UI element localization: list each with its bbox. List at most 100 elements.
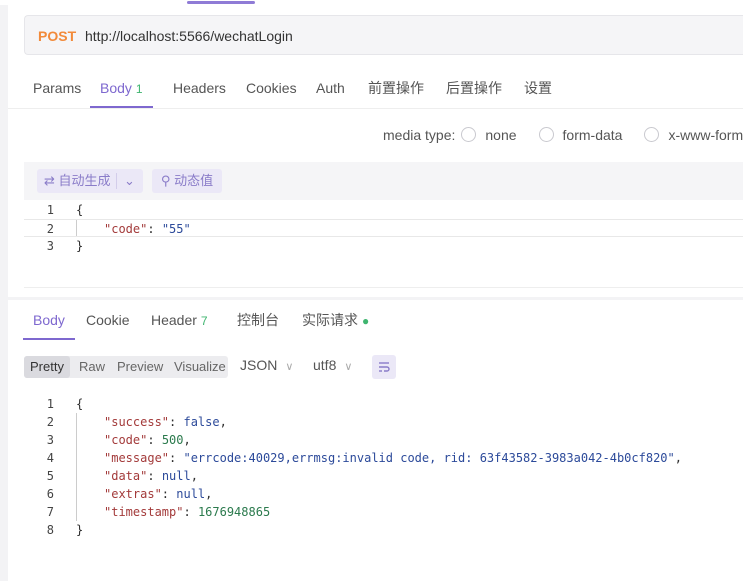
code-line: 2 "success": false,	[24, 413, 743, 431]
line-number: 1	[46, 397, 54, 411]
tab-badge: 1	[135, 82, 143, 96]
tab-label: Cookies	[246, 80, 297, 96]
line-number: 3	[46, 433, 54, 447]
option-form-data[interactable]: form-data	[563, 127, 623, 143]
dynamic-value-text: 动态值	[174, 173, 214, 188]
encoding-value: utf8	[313, 357, 337, 373]
code-line: 7 "timestamp": 1676948865	[24, 503, 743, 521]
tab-label: 实际请求	[302, 312, 358, 328]
code-line: 3 "code": 500,	[24, 431, 743, 449]
json-key: "message"	[104, 451, 170, 465]
code-text: "timestamp": 1676948865	[104, 505, 271, 519]
json-key: "code"	[104, 433, 148, 447]
line-number: 1	[46, 203, 54, 217]
http-method[interactable]: POST	[38, 28, 76, 44]
response-body-viewer[interactable]: 1{ 2 "success": false, 3 "code": 500, 4 "me…	[24, 395, 743, 539]
chevron-down-icon: ∨	[285, 361, 294, 373]
body-editor-toolbar: ⇄ 自动生成 ⌄ ⚲ 动态值	[24, 162, 743, 200]
json-value: null	[161, 469, 191, 483]
url-bar[interactable]: POST http://localhost:5566/wechatLogin	[24, 15, 743, 55]
radio-x-www-form-urlencoded[interactable]	[644, 127, 660, 142]
tab-body[interactable]: Body 1	[90, 68, 153, 108]
tab-cookies[interactable]: Cookies	[246, 68, 297, 108]
json-value: 1676948865	[197, 505, 271, 519]
tab-label: Body	[100, 80, 132, 96]
code-line: 5 "data": null,	[24, 467, 743, 485]
auto-generate-label: ⇄ 自动生成	[44, 169, 111, 193]
code-line: 1{	[24, 395, 743, 413]
tab-params[interactable]: Params	[33, 68, 81, 108]
line-number: 8	[46, 523, 54, 537]
line-number: 7	[46, 505, 54, 519]
json-key: "data"	[104, 469, 148, 483]
code-line: 4 "message": "errcode:40029,errmsg:invali…	[24, 449, 743, 467]
radio-form-data[interactable]	[538, 127, 554, 142]
tab-actual-request[interactable]: 实际请求 ●	[302, 300, 369, 340]
view-pretty[interactable]: Pretty	[24, 356, 70, 378]
view-mode-selector: Pretty Raw Preview Visualize	[24, 356, 228, 378]
chevron-down-icon[interactable]: ⌄	[124, 169, 135, 193]
json-key: "code"	[104, 222, 148, 236]
dynamic-value-button[interactable]: ⚲ 动态值	[152, 169, 222, 193]
tab-console[interactable]: 控制台	[237, 300, 279, 340]
url-input[interactable]: http://localhost:5566/wechatLogin	[85, 28, 293, 44]
tab-label: Auth	[316, 80, 345, 96]
tab-label: Headers	[173, 80, 226, 96]
auto-generate-button[interactable]: ⇄ 自动生成 ⌄	[37, 169, 143, 193]
option-none[interactable]: none	[485, 127, 516, 143]
tab-pre-operations[interactable]: 前置操作	[368, 68, 424, 108]
tab-post-operations[interactable]: 后置操作	[446, 68, 502, 108]
code-line: 1{	[24, 201, 743, 219]
code-text: "code": "55"	[104, 222, 191, 236]
chevron-down-icon: ∨	[344, 361, 353, 373]
tab-response-header[interactable]: Header 7	[151, 300, 208, 340]
button-divider	[116, 173, 117, 189]
active-tab-underline	[90, 106, 153, 108]
tab-headers[interactable]: Headers	[173, 68, 226, 108]
json-value: 500	[161, 433, 184, 447]
view-preview[interactable]: Preview	[117, 356, 163, 378]
json-key: "extras"	[104, 487, 162, 501]
code-text: }	[76, 239, 84, 253]
format-dropdown[interactable]: JSON ∨	[240, 357, 293, 373]
line-number: 5	[46, 469, 54, 483]
top-tab-indicator	[187, 1, 255, 4]
code-line: 8}	[24, 521, 743, 539]
radio-none[interactable]	[461, 127, 477, 142]
tab-label: Body	[33, 312, 65, 328]
option-x-www-form-urlencoded[interactable]: x-www-form-u	[668, 127, 743, 143]
code-line: 3}	[24, 237, 743, 255]
line-number: 2	[46, 222, 54, 236]
code-line: 6 "extras": null,	[24, 485, 743, 503]
code-text: "extras": null,	[104, 487, 213, 501]
view-raw[interactable]: Raw	[79, 356, 105, 378]
encoding-dropdown[interactable]: utf8 ∨	[313, 357, 352, 373]
status-dot-icon: ●	[362, 314, 370, 328]
json-value: false	[183, 415, 220, 429]
code-text: {	[76, 397, 84, 411]
request-body-editor[interactable]: 1{ 2 "code": "55" 3}	[24, 201, 743, 288]
format-value: JSON	[240, 357, 278, 373]
json-key: "success"	[104, 415, 170, 429]
wand-icon: ⚲	[160, 173, 171, 188]
json-value: null	[176, 487, 206, 501]
wrap-lines-icon	[379, 362, 390, 372]
json-value: "55"	[161, 222, 191, 236]
line-number: 4	[46, 451, 54, 465]
line-number: 3	[46, 239, 54, 253]
code-text: }	[76, 523, 84, 537]
response-tabs: Body Cookie Header 7 控制台 实际请求 ●	[8, 300, 743, 341]
auto-generate-text: 自动生成	[58, 173, 111, 188]
tab-auth[interactable]: Auth	[316, 68, 345, 108]
tab-response-cookie[interactable]: Cookie	[86, 300, 130, 340]
code-text: "success": false,	[104, 415, 227, 429]
view-visualize[interactable]: Visualize	[174, 356, 226, 378]
json-key: "timestamp"	[104, 505, 184, 519]
tab-label: 后置操作	[446, 80, 502, 96]
tab-label: 控制台	[237, 312, 279, 328]
tab-response-body[interactable]: Body	[23, 300, 75, 340]
tab-label: Cookie	[86, 312, 130, 328]
wrap-lines-button[interactable]	[372, 355, 396, 379]
tab-label: 前置操作	[368, 80, 424, 96]
tab-settings[interactable]: 设置	[524, 68, 552, 108]
